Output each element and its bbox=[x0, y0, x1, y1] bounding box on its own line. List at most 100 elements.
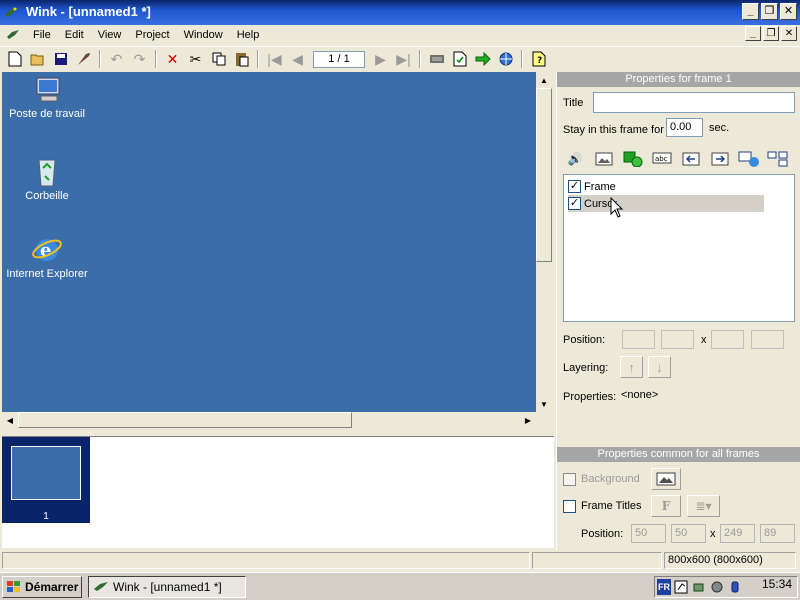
horizontal-scroll-thumb[interactable] bbox=[18, 412, 352, 428]
wizard-icon[interactable] bbox=[72, 48, 95, 70]
vertical-scroll-thumb[interactable] bbox=[536, 88, 552, 262]
list-item[interactable]: ✓ Frame bbox=[568, 178, 616, 195]
image-icon bbox=[656, 472, 676, 486]
undo-icon[interactable]: ↶ bbox=[105, 48, 128, 70]
stay-duration-input[interactable]: 0.00 bbox=[666, 118, 703, 137]
scroll-right-icon[interactable]: ▶ bbox=[520, 412, 536, 428]
recycle-bin-icon bbox=[38, 159, 56, 187]
menu-view[interactable]: View bbox=[91, 29, 129, 41]
start-button[interactable]: Démarrer bbox=[2, 576, 82, 598]
add-next-button-icon[interactable] bbox=[708, 149, 732, 169]
new-icon[interactable] bbox=[3, 48, 26, 70]
first-frame-icon[interactable]: |◀ bbox=[263, 48, 286, 70]
add-prev-button-icon[interactable] bbox=[679, 149, 703, 169]
scroll-up-icon[interactable]: ▲ bbox=[536, 72, 552, 88]
common-pos-h-input[interactable]: 89 bbox=[760, 524, 795, 543]
common-properties-panel: Properties common for all frames Backgro… bbox=[556, 447, 800, 550]
menu-file[interactable]: File bbox=[26, 29, 58, 41]
cut-icon[interactable]: ✂ bbox=[184, 48, 207, 70]
position-x-separator: x bbox=[701, 334, 707, 346]
wink-tray-icon[interactable] bbox=[673, 579, 689, 595]
capture-icon[interactable] bbox=[425, 48, 448, 70]
layer-up-icon[interactable]: ↑ bbox=[620, 356, 643, 378]
paste-icon[interactable] bbox=[230, 48, 253, 70]
toolbar-separator bbox=[155, 50, 157, 68]
restore-button[interactable]: ❐ bbox=[761, 3, 778, 20]
common-pos-w-input[interactable]: 249 bbox=[720, 524, 755, 543]
toolbar-separator bbox=[419, 50, 421, 68]
position-width-input[interactable] bbox=[711, 330, 744, 349]
frame-titles-checkbox[interactable] bbox=[563, 500, 576, 513]
save-icon[interactable] bbox=[49, 48, 72, 70]
menu-window[interactable]: Window bbox=[177, 29, 230, 41]
menu-project[interactable]: Project bbox=[128, 29, 176, 41]
frame-thumbnail-selected[interactable]: 1 bbox=[2, 437, 90, 523]
doc-close-button[interactable]: ✕ bbox=[781, 26, 797, 41]
scroll-down-icon[interactable]: ▼ bbox=[536, 396, 552, 412]
desktop-icon-label: Poste de travail bbox=[9, 108, 85, 120]
common-pos-x-input[interactable]: 50 bbox=[631, 524, 666, 543]
menu-edit[interactable]: Edit bbox=[58, 29, 91, 41]
frame-thumbnail-image bbox=[11, 446, 81, 500]
position-x-input[interactable] bbox=[622, 330, 655, 349]
volume-tray-icon[interactable] bbox=[709, 579, 725, 595]
render-icon[interactable] bbox=[471, 48, 494, 70]
doc-restore-button[interactable]: ❐ bbox=[763, 26, 779, 41]
background-image-button[interactable] bbox=[651, 468, 681, 490]
position-height-input[interactable] bbox=[751, 330, 784, 349]
horizontal-scrollbar[interactable]: ◀ ▶ bbox=[2, 412, 536, 428]
align-dropdown-icon[interactable]: ≣▾ bbox=[687, 495, 720, 517]
network-tray-icon[interactable] bbox=[691, 579, 707, 595]
frame-properties-header: Properties for frame 1 bbox=[557, 72, 800, 87]
object-properties-value: <none> bbox=[621, 389, 659, 401]
close-button[interactable]: ✕ bbox=[780, 3, 797, 20]
cursor-visible-checkbox[interactable]: ✓ bbox=[568, 197, 581, 210]
redo-icon[interactable]: ↷ bbox=[128, 48, 151, 70]
minimize-button[interactable]: _ bbox=[742, 3, 759, 20]
stay-unit-label: sec. bbox=[709, 122, 730, 134]
title-input[interactable] bbox=[593, 92, 795, 113]
next-frame-icon[interactable]: ▶ bbox=[369, 48, 392, 70]
frame-visible-checkbox[interactable]: ✓ bbox=[568, 180, 581, 193]
scroll-corner bbox=[536, 412, 552, 428]
help-icon[interactable]: ? bbox=[527, 48, 550, 70]
toolbar: ↶ ↷ ✕ ✂ |◀ ◀ 1 / 1 ▶ ▶| ? bbox=[0, 46, 800, 71]
frame-canvas[interactable]: Poste de travail Corbeille e Internet Ex… bbox=[2, 72, 536, 412]
browser-preview-icon[interactable] bbox=[494, 48, 517, 70]
scroll-left-icon[interactable]: ◀ bbox=[2, 412, 18, 428]
preview-icon[interactable] bbox=[448, 48, 471, 70]
doc-minimize-button[interactable]: _ bbox=[745, 26, 761, 41]
copy-icon[interactable] bbox=[207, 48, 230, 70]
open-icon[interactable] bbox=[26, 48, 49, 70]
font-button[interactable]: F bbox=[651, 495, 681, 517]
common-pos-y-input[interactable]: 50 bbox=[671, 524, 706, 543]
windows-flag-icon bbox=[7, 581, 20, 592]
taskbar-task-label: Wink - [unnamed1 *] bbox=[113, 580, 222, 594]
taskbar-wink-button[interactable]: Wink - [unnamed1 *] bbox=[88, 576, 246, 598]
vertical-scrollbar[interactable]: ▲ ▼ bbox=[536, 72, 552, 412]
menu-bar: File Edit View Project Window Help _ ❐ ✕ bbox=[0, 25, 800, 45]
desktop-icon-recycle-bin: Corbeille bbox=[2, 154, 92, 202]
layer-down-icon[interactable]: ↓ bbox=[648, 356, 671, 378]
language-indicator[interactable]: FR bbox=[657, 579, 671, 595]
add-sound-icon[interactable]: 🔊 bbox=[563, 149, 587, 169]
add-textbox-icon[interactable]: abc bbox=[650, 149, 674, 169]
add-image-icon[interactable] bbox=[592, 149, 616, 169]
last-frame-icon[interactable]: ▶| bbox=[392, 48, 415, 70]
add-shape-icon[interactable] bbox=[621, 149, 645, 169]
frame-counter[interactable]: 1 / 1 bbox=[313, 50, 365, 68]
position-y-input[interactable] bbox=[661, 330, 694, 349]
delete-icon[interactable]: ✕ bbox=[161, 48, 184, 70]
add-url-button-icon[interactable] bbox=[737, 149, 761, 169]
security-tray-icon[interactable] bbox=[727, 579, 743, 595]
list-item-selected[interactable]: ✓ Cursor bbox=[568, 195, 764, 212]
frame-objects-list[interactable]: ✓ Frame ✓ Cursor bbox=[563, 174, 795, 322]
menu-help[interactable]: Help bbox=[230, 29, 267, 41]
document-icon[interactable] bbox=[6, 29, 20, 41]
common-position-label: Position: bbox=[581, 528, 624, 540]
position-label: Position: bbox=[563, 334, 606, 346]
add-frame-button-icon[interactable] bbox=[766, 149, 790, 169]
prev-frame-icon[interactable]: ◀ bbox=[286, 48, 309, 70]
object-label: Frame bbox=[584, 180, 616, 193]
background-checkbox[interactable] bbox=[563, 473, 576, 486]
